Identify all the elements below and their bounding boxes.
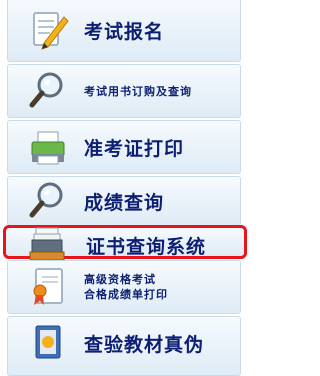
menu-item-senior-qualification-print[interactable]: 高级资格考试 合格成绩单打印 — [7, 260, 241, 314]
menu-item-score-query[interactable]: 成绩查询 — [7, 176, 241, 226]
menu-item-label-line1: 高级资格考试 — [84, 273, 156, 286]
menu-item-label: 考试用书订购及查询 — [84, 85, 192, 98]
menu-item-label: 准考证打印 — [84, 138, 185, 160]
menu-item-exam-registration[interactable]: 考试报名 — [7, 0, 241, 62]
notepad-pencil-icon — [26, 7, 70, 51]
menu-item-label: 查验教材真伪 — [84, 334, 205, 356]
magnifier-icon — [26, 179, 70, 223]
menu-item-textbook-verify[interactable]: 查验教材真伪 — [7, 316, 241, 376]
printer-icon — [26, 126, 70, 170]
menu-item-book-order[interactable]: 考试用书订购及查询 — [7, 64, 241, 118]
menu-item-admission-ticket-print[interactable]: 准考证打印 — [7, 120, 241, 174]
certificate-ribbon-icon — [26, 265, 70, 309]
menu-item-label: 考试报名 — [84, 21, 165, 43]
side-menu: 考试报名 考试用书订购及查询 准考证打印 成绩查询 证书查询系统 高级资格考试 … — [0, 0, 249, 376]
menu-item-certificate-query[interactable]: 证书查询系统 — [3, 225, 247, 261]
menu-item-label: 证书查询系统 — [86, 236, 207, 258]
menu-item-label: 成绩查询 — [84, 192, 165, 214]
magnifier-icon — [26, 69, 70, 113]
menu-item-label: 高级资格考试 合格成绩单打印 — [84, 272, 168, 302]
book-check-icon — [26, 320, 70, 364]
menu-item-label-line2: 合格成绩单打印 — [84, 288, 168, 301]
